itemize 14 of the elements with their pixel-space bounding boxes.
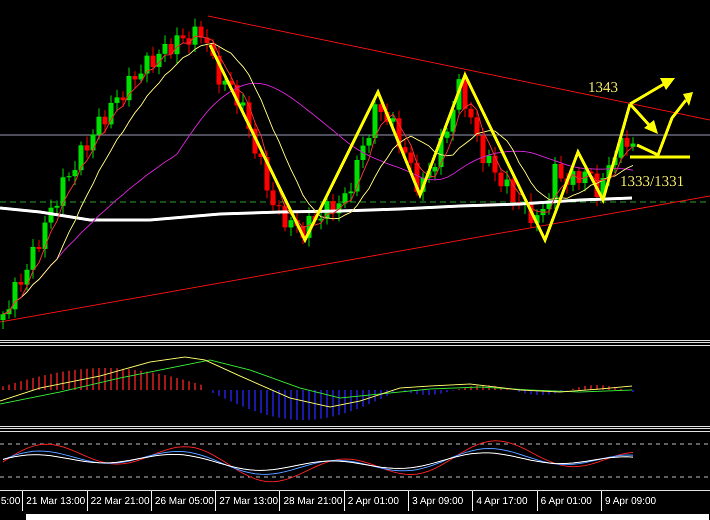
time-axis-label: 22 Mar 21:00 — [86, 491, 151, 511]
time-axis-label: 21 Mar 13:00 — [22, 491, 87, 511]
time-axis-label: 3 Apr 09:00 — [408, 491, 472, 511]
time-axis-label: 28 Mar 21:00 — [279, 491, 344, 511]
time-axis-label: 4 Apr 17:00 — [472, 491, 537, 511]
price-annotation: 1333/1331 — [620, 174, 684, 191]
support-line — [630, 156, 690, 158]
time-axis-label: 2 Apr 01:00 — [344, 491, 408, 511]
time-axis-label: 27 Mar 13:00 — [215, 491, 280, 511]
price-annotation: 1343 — [588, 80, 618, 97]
time-axis-label: 6 Apr 01:00 — [536, 491, 601, 511]
time-axis-label: 9 Apr 09:00 — [600, 491, 666, 511]
time-axis-label: 26 Mar 05:00 — [150, 491, 216, 511]
time-axis-label: 5:00 — [0, 495, 22, 509]
